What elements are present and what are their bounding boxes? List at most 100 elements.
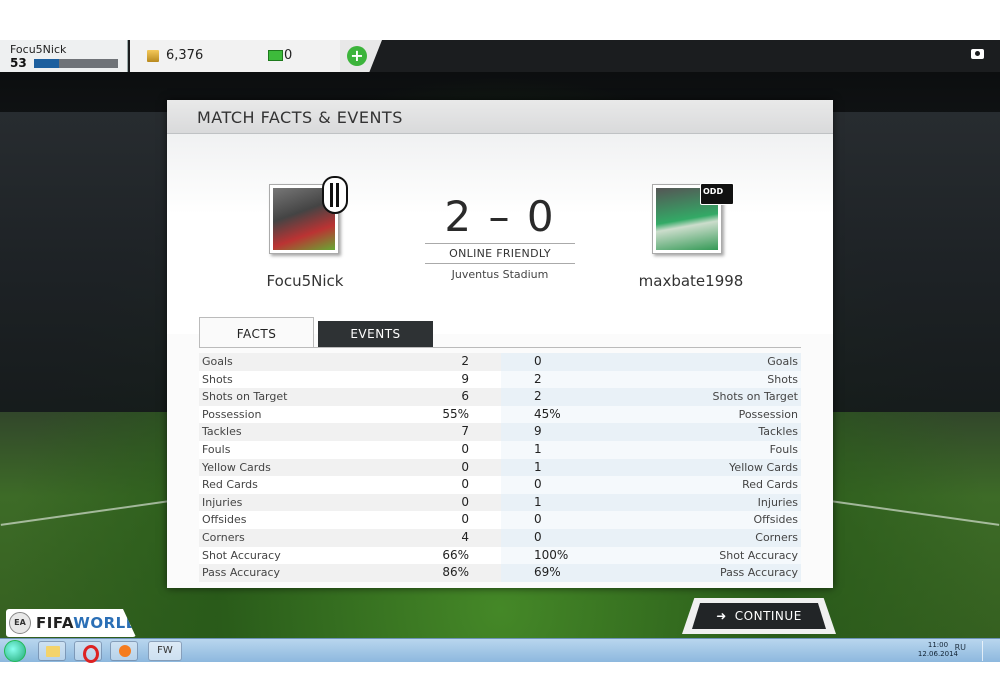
fifa-world-wordmark: FIFAWORLD xyxy=(36,614,136,632)
stat-value-home: 2 xyxy=(461,354,469,368)
stat-value-away: 2 xyxy=(534,389,542,404)
stadium-name: Juventus Stadium xyxy=(451,268,549,281)
stadium-stand-right xyxy=(830,112,1000,412)
ea-sports-icon: EA xyxy=(9,612,31,634)
coins-value: 6,376 xyxy=(166,48,204,63)
stat-label-away: Shots xyxy=(767,372,798,386)
coins-display: 6,376 xyxy=(130,40,260,72)
explorer-folder-icon[interactable] xyxy=(38,641,66,661)
plus-icon: + xyxy=(347,46,367,66)
fifa-world-taskbar-icon[interactable]: FW xyxy=(148,641,182,661)
stat-value-home: 0 xyxy=(461,441,469,456)
stat-row-away-bg xyxy=(501,370,801,389)
stat-value-home: 6 xyxy=(461,389,469,404)
stat-label-away: Fouls xyxy=(769,442,798,456)
stat-label-away: Corners xyxy=(755,530,798,544)
stat-row: Fouls 0 1 Fouls xyxy=(199,440,801,459)
stat-value-home: 4 xyxy=(461,529,469,544)
stat-row: Corners 4 0 Corners xyxy=(199,528,801,547)
stat-value-away: 1 xyxy=(534,459,542,474)
stat-value-away: 0 xyxy=(534,354,542,368)
stat-row: Goals 2 0 Goals xyxy=(199,353,801,371)
match-facts-panel: MATCH FACTS & EVENTS Focu5Nick maxbate19… xyxy=(167,100,833,588)
stat-value-away: 0 xyxy=(534,512,542,527)
stat-value-away: 2 xyxy=(534,371,542,386)
camera-icon[interactable] xyxy=(971,49,984,59)
odd-badge-icon xyxy=(700,183,734,205)
stat-row-away-bg xyxy=(501,493,801,512)
stat-row: Injuries 0 1 Injuries xyxy=(199,493,801,512)
stat-row: Tackles 7 9 Tackles xyxy=(199,423,801,441)
user-level: 53 xyxy=(10,56,27,70)
stat-label-away: Yellow Cards xyxy=(729,460,798,474)
stat-label-away: Offsides xyxy=(753,513,798,527)
stat-row: Shots 9 2 Shots xyxy=(199,370,801,389)
home-player-name: Focu5Nick xyxy=(266,272,344,290)
opera-browser-icon[interactable] xyxy=(74,641,102,663)
continue-button-frame: ➜ CONTINUE xyxy=(682,598,836,634)
stat-row: Offsides 0 0 Offsides xyxy=(199,511,801,529)
user-name: Focu5Nick xyxy=(10,43,67,56)
stat-value-away: 45% xyxy=(534,406,561,421)
panel-header: MATCH FACTS & EVENTS xyxy=(167,100,833,134)
stat-row: Pass Accuracy 86% 69% Pass Accuracy xyxy=(199,564,801,582)
stats-table: Goals 2 0 Goals Shots 9 2 Shots Shots on Target 6… xyxy=(199,353,801,582)
stat-row-away-bg xyxy=(501,423,801,441)
stat-value-home: 66% xyxy=(442,547,469,562)
stat-value-away: 9 xyxy=(534,424,542,439)
stat-label-home: Corners xyxy=(202,530,245,544)
pitch-line xyxy=(830,500,1000,526)
stat-label-away: Shots on Target xyxy=(712,390,798,404)
stat-label-away: Pass Accuracy xyxy=(719,566,798,580)
tab-facts[interactable]: FACTS xyxy=(199,317,314,347)
stat-value-away: 100% xyxy=(534,547,569,562)
user-profile-box[interactable]: Focu5Nick 53 xyxy=(0,40,128,72)
fifa-world-logo: EA FIFAWORLD xyxy=(6,609,136,637)
stat-label-away: Red Cards xyxy=(742,478,798,492)
stat-label-home: Shots on Target xyxy=(202,390,288,404)
stat-value-away: 1 xyxy=(534,494,542,509)
stat-label-away: Shot Accuracy xyxy=(719,548,798,562)
stat-value-away: 0 xyxy=(534,529,542,544)
match-score: 2 – 0 xyxy=(444,192,556,241)
stat-value-home: 7 xyxy=(461,424,469,439)
points-icon xyxy=(268,50,283,61)
stat-row: Red Cards 0 0 Red Cards xyxy=(199,476,801,494)
show-desktop-button[interactable] xyxy=(982,641,992,661)
juventus-badge-icon xyxy=(322,176,348,214)
stat-label-home: Injuries xyxy=(202,495,243,509)
top-bar: Focu5Nick 53 6,376 0 + xyxy=(0,40,1000,72)
stat-value-home: 55% xyxy=(442,406,469,421)
stat-row: Possession 55% 45% Possession xyxy=(199,405,801,424)
stat-label-home: Possession xyxy=(202,407,262,421)
stat-value-home: 9 xyxy=(461,371,469,386)
stat-label-home: Tackles xyxy=(202,425,242,439)
windows-taskbar: FW RU 11:00 12.06.2014 xyxy=(0,638,1000,663)
tab-divider xyxy=(199,347,801,348)
stat-row: Shot Accuracy 66% 100% Shot Accuracy xyxy=(199,546,801,565)
panel-title: MATCH FACTS & EVENTS xyxy=(197,108,403,127)
xp-progress-fill xyxy=(34,59,60,68)
fifa-word: FIFA xyxy=(36,614,74,632)
points-display: 0 xyxy=(260,40,354,72)
stat-value-home: 0 xyxy=(461,512,469,527)
stat-row-away-bg xyxy=(501,353,801,371)
stat-value-home: 0 xyxy=(461,459,469,474)
stat-label-home: Red Cards xyxy=(202,478,258,492)
origin-icon[interactable] xyxy=(110,641,138,661)
continue-label: CONTINUE xyxy=(734,609,802,623)
match-type: ONLINE FRIENDLY xyxy=(425,243,575,264)
stat-row: Shots on Target 6 2 Shots on Target xyxy=(199,388,801,406)
buy-points-button[interactable]: + xyxy=(340,40,382,72)
stat-label-away: Goals xyxy=(767,355,798,368)
stat-label-home: Shots xyxy=(202,372,233,386)
stat-label-home: Shot Accuracy xyxy=(202,548,281,562)
stat-value-home: 0 xyxy=(461,494,469,509)
stat-row-away-bg xyxy=(501,440,801,459)
start-button-icon[interactable] xyxy=(4,640,26,662)
stat-value-away: 69% xyxy=(534,565,561,580)
continue-button[interactable]: ➜ CONTINUE xyxy=(692,603,826,629)
clock-time: 11:00 xyxy=(927,641,949,649)
system-clock[interactable]: 11:00 12.06.2014 xyxy=(918,641,958,659)
tab-events[interactable]: EVENTS xyxy=(318,321,433,347)
